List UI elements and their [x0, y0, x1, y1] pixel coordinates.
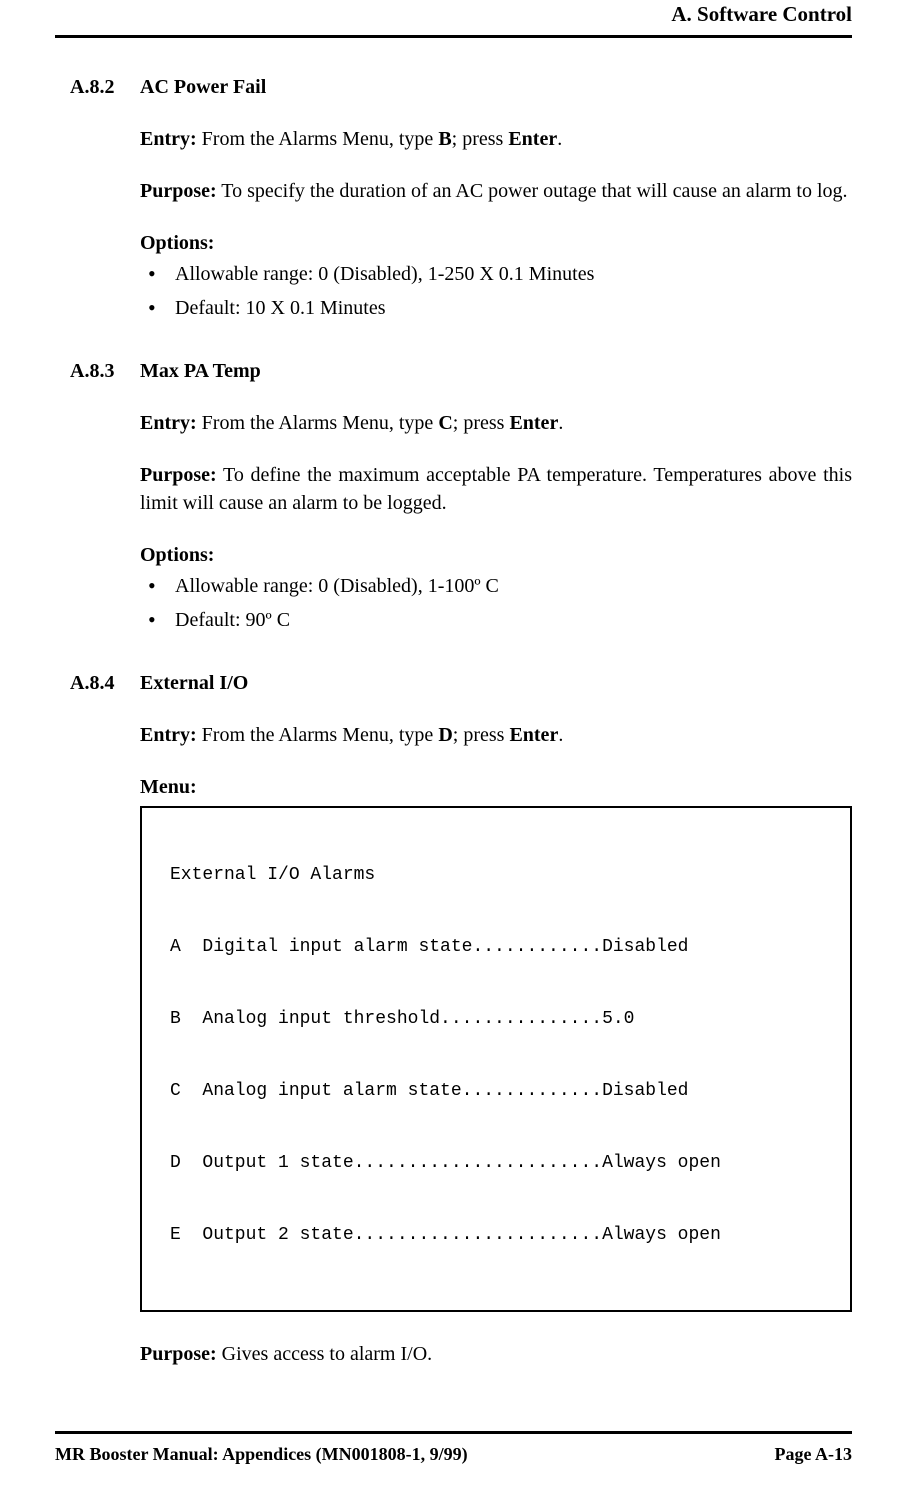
entry-label: Entry: [140, 412, 197, 434]
entry-text: ; press [453, 724, 510, 746]
options-label: Options: [140, 541, 852, 569]
purpose-line: Purpose: Gives access to alarm I/O. [140, 1340, 852, 1368]
menu-label: Menu: [140, 773, 852, 801]
entry-key: B [438, 128, 451, 150]
section-number: A.8.2 [70, 73, 140, 101]
entry-text: From the Alarms Menu, type [197, 724, 439, 746]
options-label: Options: [140, 229, 852, 257]
section-a82: A.8.2 AC Power Fail Entry: From the Alar… [70, 73, 852, 322]
entry-action: Enter [509, 412, 558, 434]
page-footer: MR Booster Manual: Appendices (MN001808-… [55, 1431, 852, 1495]
menu-item: A Digital input alarm state............D… [170, 938, 822, 956]
section-number: A.8.3 [70, 357, 140, 385]
purpose-label: Purpose: [140, 180, 217, 202]
menu-item: B Analog input threshold...............5… [170, 1010, 822, 1028]
purpose-text: To specify the duration of an AC power o… [217, 180, 848, 202]
entry-text: . [558, 412, 563, 434]
menu-item: E Output 2 state.......................A… [170, 1226, 822, 1244]
section-title: External I/O [140, 669, 248, 697]
purpose-text: Gives access to alarm I/O. [217, 1343, 432, 1365]
entry-action: Enter [509, 724, 558, 746]
entry-action: Enter [508, 128, 557, 150]
header-title: A. Software Control [671, 2, 852, 26]
entry-text: . [557, 128, 562, 150]
page-content: A.8.2 AC Power Fail Entry: From the Alar… [55, 73, 852, 1430]
options-list: Allowable range: 0 (Disabled), 1-100º C … [140, 572, 852, 634]
entry-text: From the Alarms Menu, type [197, 128, 439, 150]
footer-right: Page A-13 [775, 1442, 852, 1467]
section-title: AC Power Fail [140, 73, 266, 101]
entry-line: Entry: From the Alarms Menu, type C; pre… [140, 409, 852, 437]
purpose-text: To define the maximum acceptable PA temp… [140, 464, 852, 514]
list-item: Default: 10 X 0.1 Minutes [140, 294, 852, 322]
entry-label: Entry: [140, 128, 197, 150]
entry-text: ; press [453, 412, 510, 434]
section-a84: A.8.4 External I/O Entry: From the Alarm… [70, 669, 852, 1368]
entry-line: Entry: From the Alarms Menu, type B; pre… [140, 125, 852, 153]
section-title: Max PA Temp [140, 357, 261, 385]
entry-text: From the Alarms Menu, type [197, 412, 439, 434]
page-header: A. Software Control [55, 0, 852, 38]
purpose-label: Purpose: [140, 1343, 217, 1365]
entry-label: Entry: [140, 724, 197, 746]
list-item: Allowable range: 0 (Disabled), 1-100º C [140, 572, 852, 600]
menu-item: C Analog input alarm state.............D… [170, 1082, 822, 1100]
entry-line: Entry: From the Alarms Menu, type D; pre… [140, 721, 852, 749]
options-list: Allowable range: 0 (Disabled), 1-250 X 0… [140, 260, 852, 322]
menu-title: External I/O Alarms [170, 866, 822, 884]
section-a83: A.8.3 Max PA Temp Entry: From the Alarms… [70, 357, 852, 634]
purpose-line: Purpose: To specify the duration of an A… [140, 177, 852, 205]
list-item: Allowable range: 0 (Disabled), 1-250 X 0… [140, 260, 852, 288]
entry-key: D [438, 724, 452, 746]
menu-item: D Output 1 state.......................A… [170, 1154, 822, 1172]
entry-text: ; press [452, 128, 509, 150]
section-number: A.8.4 [70, 669, 140, 697]
entry-text: . [558, 724, 563, 746]
purpose-line: Purpose: To define the maximum acceptabl… [140, 461, 852, 517]
footer-left: MR Booster Manual: Appendices (MN001808-… [55, 1442, 468, 1467]
entry-key: C [438, 412, 452, 434]
menu-box: External I/O Alarms A Digital input alar… [140, 806, 852, 1312]
purpose-label: Purpose: [140, 464, 217, 486]
list-item: Default: 90º C [140, 606, 852, 634]
